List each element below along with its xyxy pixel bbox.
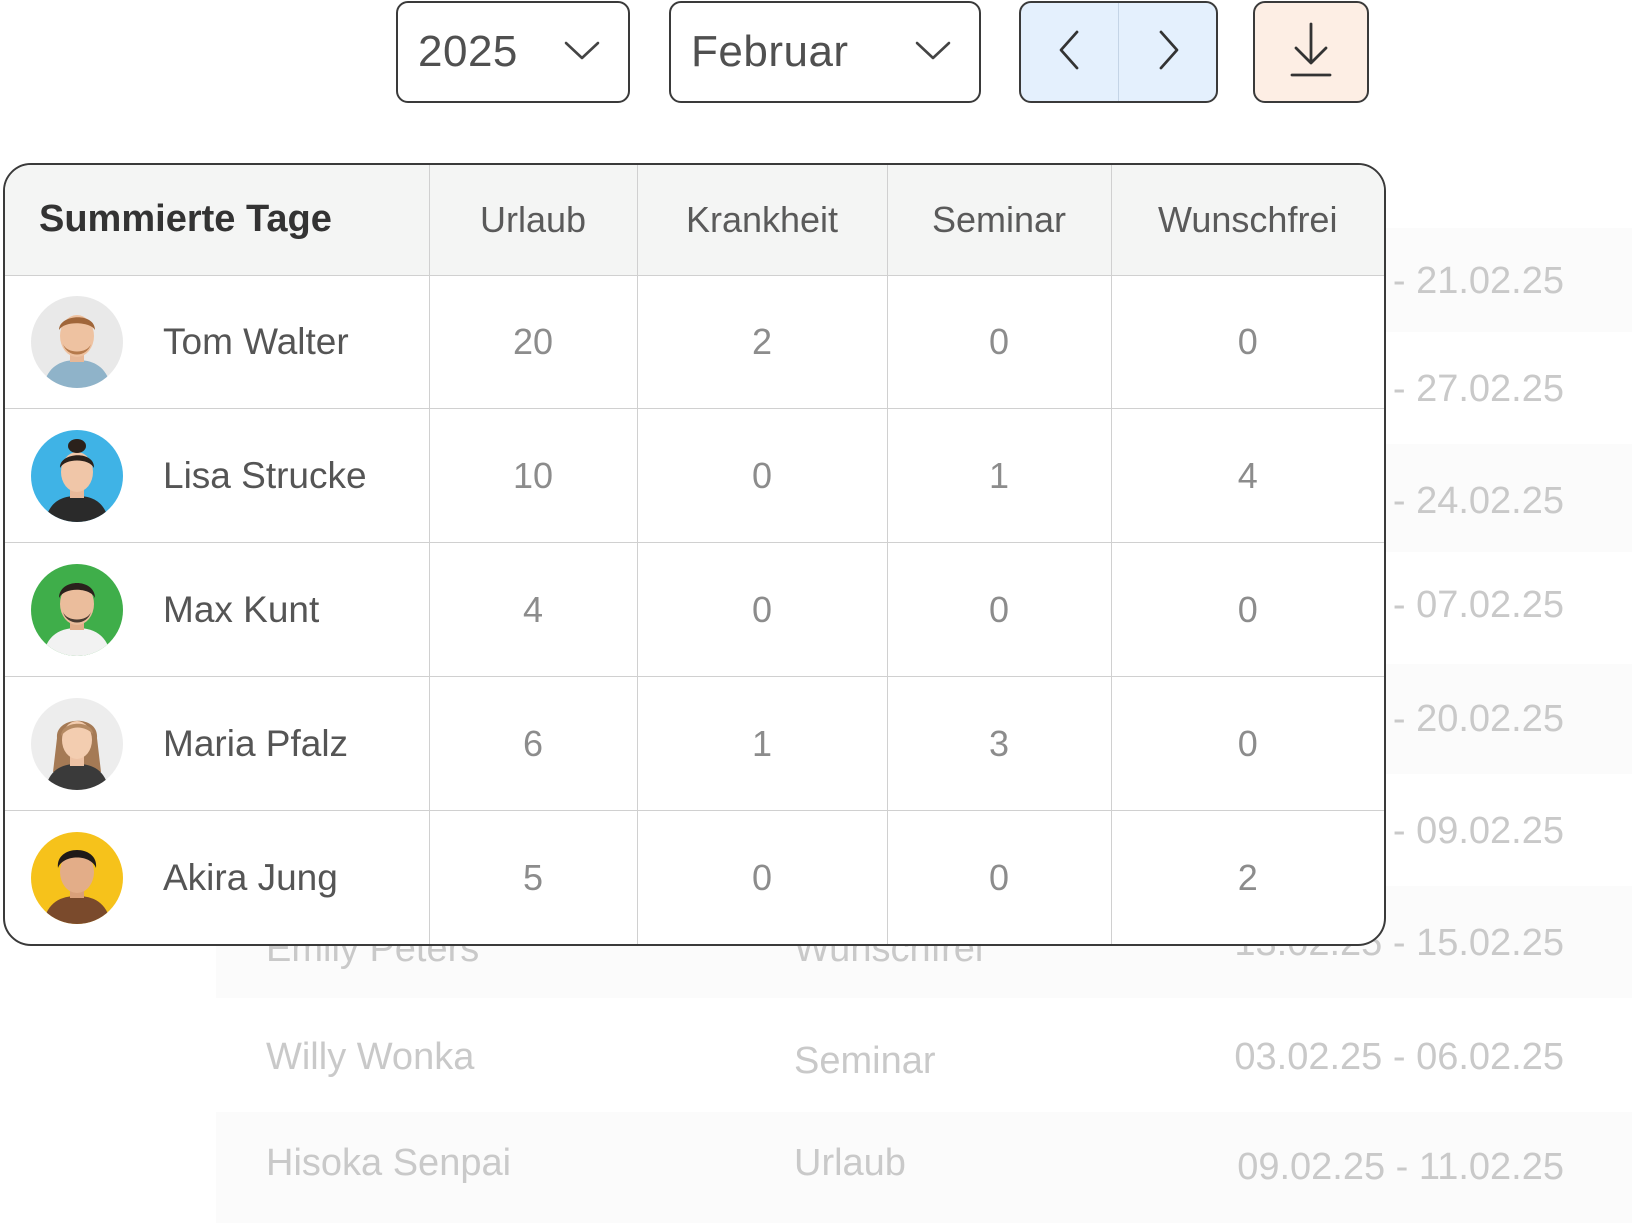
seminar-count: 0 [887, 542, 1112, 678]
krankheit-count: 0 [637, 542, 888, 678]
column-header-wunschfrei: Wunschfrei [1111, 165, 1384, 276]
krankheit-count: 0 [637, 408, 888, 544]
person-cell: Max Kunt [5, 542, 430, 678]
person-cell: Maria Pfalz [5, 676, 430, 812]
avatar [31, 563, 123, 656]
wunschfrei-count: 0 [1111, 275, 1384, 410]
year-value: 2025 [418, 27, 518, 76]
urlaub-count: 5 [429, 810, 638, 944]
krankheit-count: 2 [637, 275, 888, 410]
wunschfrei-count: 0 [1111, 542, 1384, 678]
seminar-count: 3 [887, 676, 1112, 812]
krankheit-count: 1 [637, 676, 888, 812]
month-navigation [1019, 1, 1218, 103]
date-range: - 20.02.25 [1392, 698, 1564, 740]
person-cell: Tom Walter [5, 275, 430, 410]
date-range: - 21.02.25 [1392, 260, 1564, 302]
summary-table-card: Summierte Tage Urlaub Krankheit Seminar … [3, 163, 1386, 946]
date-range: - 27.02.25 [1392, 368, 1564, 410]
person-cell: Akira Jung [5, 810, 430, 944]
date-range: - 09.02.25 [1392, 810, 1564, 852]
person-name: Hisoka Senpai [266, 1142, 512, 1184]
chevron-left-icon [1055, 28, 1085, 77]
seminar-count: 1 [887, 408, 1112, 544]
previous-month-button[interactable] [1021, 3, 1118, 101]
column-header-seminar: Seminar [887, 165, 1112, 276]
krankheit-count: 0 [637, 810, 888, 944]
avatar [31, 831, 123, 924]
seminar-count: 0 [887, 275, 1112, 410]
list-item: Hisoka Senpai Urlaub 09.02.25 - 11.02.25 [216, 1112, 1632, 1223]
avatar [31, 697, 123, 790]
table-row: Max Kunt 4 0 0 0 [5, 542, 1384, 678]
column-header-urlaub: Urlaub [429, 165, 638, 276]
table-header-row: Summierte Tage Urlaub Krankheit Seminar … [5, 165, 1384, 276]
wunschfrei-count: 0 [1111, 676, 1384, 812]
person-name: Willy Wonka [266, 1036, 475, 1078]
urlaub-count: 4 [429, 542, 638, 678]
summary-table: Summierte Tage Urlaub Krankheit Seminar … [5, 165, 1384, 944]
table-row: Tom Walter 20 2 0 0 [5, 275, 1384, 410]
urlaub-count: 10 [429, 408, 638, 544]
date-range: 09.02.25 - 11.02.25 [1237, 1146, 1564, 1188]
year-select[interactable]: 2025 [396, 1, 630, 103]
person-name: Tom Walter [163, 320, 349, 362]
chevron-down-icon [913, 38, 953, 67]
wunschfrei-count: 2 [1237, 856, 1258, 898]
chevron-down-icon [562, 38, 602, 67]
person-cell: Lisa Strucke [5, 408, 430, 544]
download-icon [1288, 20, 1334, 85]
avatar [31, 295, 123, 388]
urlaub-count: 20 [429, 275, 638, 410]
avatar [31, 429, 123, 522]
table-row: Akira Jung 5 0 0 2 [5, 810, 1384, 944]
month-select[interactable]: Februar [669, 1, 981, 103]
download-button[interactable] [1253, 1, 1369, 103]
table-row: Maria Pfalz 6 1 3 0 [5, 676, 1384, 812]
list-item: Willy Wonka Seminar 03.02.25 - 06.02.25 [216, 1002, 1632, 1108]
date-range: - 24.02.25 [1392, 480, 1564, 522]
absence-type: Seminar [794, 1040, 936, 1082]
wunschfrei-count: 4 [1111, 408, 1384, 544]
absence-type: Urlaub [794, 1142, 906, 1184]
urlaub-count: 6 [429, 676, 638, 812]
person-name: Lisa Strucke [163, 454, 367, 496]
person-name: Maria Pfalz [163, 722, 349, 764]
person-name: Max Kunt [163, 588, 320, 630]
month-value: Februar [691, 27, 849, 76]
summary-title: Summierte Tage [5, 165, 430, 276]
chevron-right-icon [1153, 28, 1183, 77]
table-row: Lisa Strucke 10 0 1 4 [5, 408, 1384, 544]
date-range: 03.02.25 - 06.02.25 [1234, 1036, 1564, 1078]
date-range: - 07.02.25 [1392, 584, 1564, 626]
seminar-count: 0 [887, 810, 1112, 944]
next-month-button[interactable] [1118, 3, 1216, 101]
person-name: Akira Jung [163, 856, 338, 898]
column-header-krankheit: Krankheit [637, 165, 888, 276]
